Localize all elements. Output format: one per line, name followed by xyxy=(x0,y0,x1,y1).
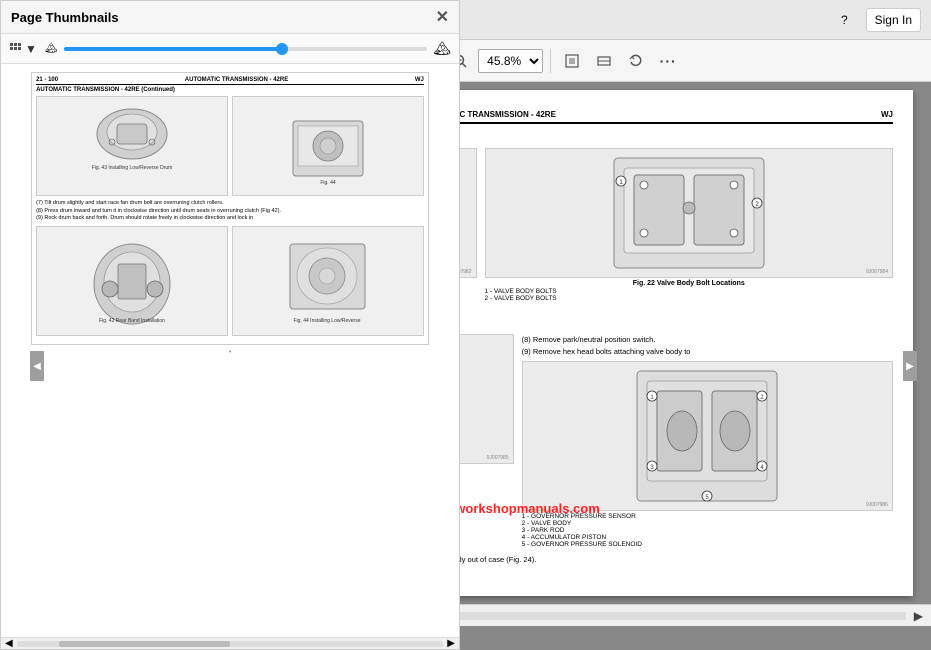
thumb-hscrollbar-handle[interactable] xyxy=(59,641,230,647)
pdf-figure-22: 1 2 9J007984 Fig. 22 Valve Body Bolt Loc… xyxy=(485,148,893,309)
rotate-button[interactable] xyxy=(622,47,650,75)
pdf-fig-label-5: 5 - GOVERNOR PRESSURE SOLENOID xyxy=(522,541,893,548)
panel-expand-right-button[interactable]: ▶ xyxy=(903,351,917,381)
fit-width-button[interactable] xyxy=(590,47,618,75)
svg-text:Fig. 42 Rear Band Installation: Fig. 42 Rear Band Installation xyxy=(99,318,165,324)
fig-valvebody-ref: 9J007986 xyxy=(866,502,888,508)
help-button[interactable]: ? xyxy=(833,9,856,31)
panel-collapse-button[interactable]: ◀ xyxy=(30,351,44,381)
fig-oilfilter-ref: 9J007985 xyxy=(487,455,509,461)
thumbnail-view-button[interactable]: ▼ xyxy=(9,42,37,56)
pdf-fig-valvebody-labels: 1 - GOVERNOR PRESSURE SENSOR 2 - VALVE B… xyxy=(522,513,893,548)
thumb-scroll-right[interactable]: ▶ xyxy=(447,638,455,649)
thumb-large-icon: 🏔 xyxy=(433,40,451,57)
thumb-scroll-left[interactable]: ◀ xyxy=(5,638,13,649)
thumb-hscrollbar xyxy=(17,641,444,647)
pdf-fig-label-1: 1 - GOVERNOR PRESSURE SENSOR xyxy=(522,513,893,520)
thumb-text-content: (7) Tilt drum slightly and start race fa… xyxy=(36,200,424,223)
thumb-figure-1: Fig. 43 Installing Low/Reverse Drum xyxy=(36,96,228,196)
thumb-page-header-right: WJ xyxy=(415,77,424,83)
svg-text:Fig. 44: Fig. 44 xyxy=(320,180,336,186)
scroll-right-button[interactable]: ▶ xyxy=(914,609,923,623)
thumbnail-panel-close-button[interactable]: ✕ xyxy=(436,7,449,27)
fit-page-button[interactable] xyxy=(558,47,586,75)
pdf-fig22-image: 1 2 9J007984 xyxy=(485,148,893,278)
pdf-fig22-caption: Fig. 22 Valve Body Bolt Locations xyxy=(485,280,893,287)
pdf-fig-label-4: 4 - ACCUMULATOR PISTON xyxy=(522,534,893,541)
thumb-page-title: AUTOMATIC TRANSMISSION - 42RE (Continued… xyxy=(36,87,424,93)
main-area: Page Thumbnails ✕ ▼ 🏔 🏔 21 - 100 xyxy=(0,82,931,650)
thumbnail-page[interactable]: 21 - 100 AUTOMATIC TRANSMISSION - 42RE W… xyxy=(31,72,429,345)
thumbnail-panel: Page Thumbnails ✕ ▼ 🏔 🏔 21 - 100 xyxy=(0,0,460,650)
pdf-fig-valvebody-image: 1 2 3 4 5 9J007986 xyxy=(522,361,893,511)
thumb-slider-fill xyxy=(64,47,282,51)
thumbnail-size-slider-area: 🏔 🏔 xyxy=(45,40,451,57)
pdf-header-right: WJ xyxy=(881,110,893,119)
thumb-scroll-indicator: • xyxy=(9,347,451,355)
thumb-page-header-center: AUTOMATIC TRANSMISSION - 42RE xyxy=(185,77,288,83)
pdf-right-section: (8) Remove park/neutral position switch.… xyxy=(522,334,893,548)
separator-4 xyxy=(550,49,551,73)
signin-button[interactable]: Sign In xyxy=(866,8,921,32)
thumbnail-panel-header: Page Thumbnails ✕ xyxy=(1,1,459,34)
thumb-figure-2: Fig. 44 xyxy=(232,96,424,196)
pdf-step9: (9) Remove hex head bolts attaching valv… xyxy=(522,346,893,357)
zoom-select[interactable]: 45.8% 50% 75% 100% xyxy=(478,49,543,73)
pdf-steps-text: (8) Remove park/neutral position switch.… xyxy=(522,334,893,357)
thumbnail-content[interactable]: 21 - 100 AUTOMATIC TRANSMISSION - 42RE W… xyxy=(1,64,459,637)
thumbnail-scrollbar[interactable]: ◀ ▶ xyxy=(1,637,459,649)
svg-text:Fig. 44 Installing Low/Reverse: Fig. 44 Installing Low/Reverse xyxy=(294,318,361,324)
thumb-page-header-left: 21 - 100 xyxy=(36,77,58,83)
more-button[interactable]: ··· xyxy=(654,47,682,75)
pdf-fig22-label-2: 2 - VALVE BODY BOLTS xyxy=(485,295,893,302)
pdf-fig-label-2: 2 - VALVE BODY xyxy=(522,520,893,527)
thumb-figure-4: Fig. 44 Installing Low/Reverse xyxy=(232,226,424,336)
thumbnail-panel-title: Page Thumbnails xyxy=(11,10,119,25)
fig22-img-ref: 9J007984 xyxy=(866,269,888,275)
pdf-fig22-label-1: 1 - VALVE BODY BOLTS xyxy=(485,288,893,295)
pdf-fig-label-3: 3 - PARK ROD xyxy=(522,527,893,534)
thumb-figure-3: Fig. 42 Rear Band Installation xyxy=(36,226,228,336)
thumb-slider-handle[interactable] xyxy=(276,43,288,55)
thumbnail-toolbar: ▼ 🏔 🏔 xyxy=(1,34,459,64)
dropdown-icon: ▼ xyxy=(25,42,37,56)
thumbnail-size-slider[interactable] xyxy=(64,47,428,51)
svg-text:Fig. 43 Installing Low/Reverse: Fig. 43 Installing Low/Reverse Drum xyxy=(92,165,172,171)
nav-right-area: ? Sign In xyxy=(833,8,931,32)
pdf-step8: (8) Remove park/neutral position switch. xyxy=(522,334,893,345)
pdf-fig22-labels: 1 - VALVE BODY BOLTS 2 - VALVE BODY BOLT… xyxy=(485,288,893,302)
thumb-small-icon: 🏔 xyxy=(45,43,58,54)
